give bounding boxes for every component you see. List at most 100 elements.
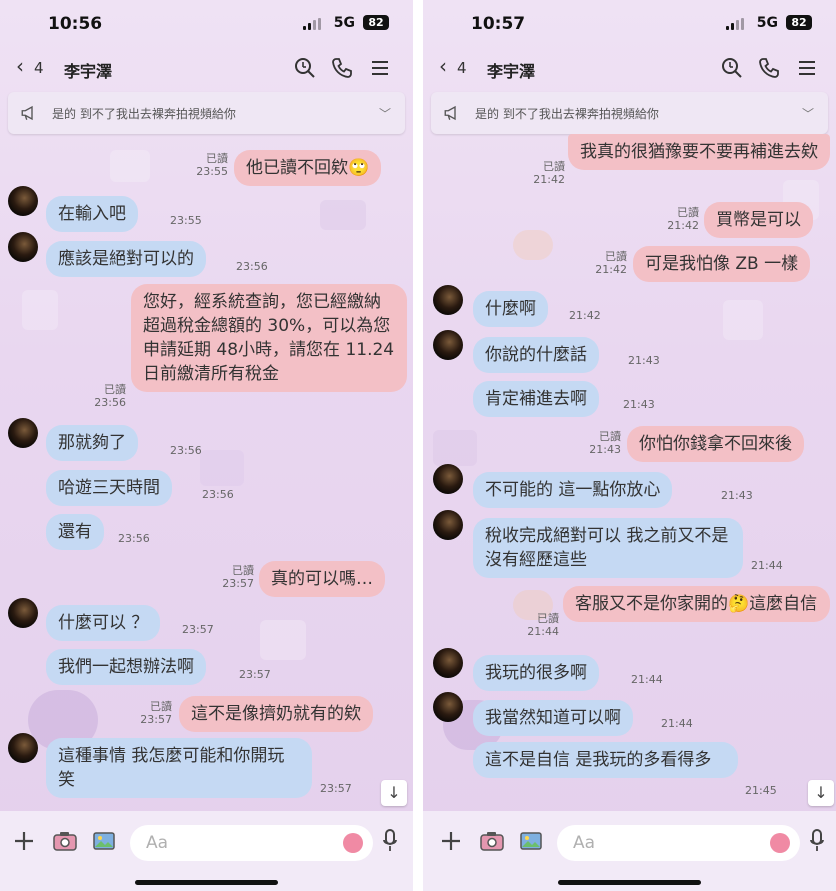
chat-title: 李宇澤 <box>64 62 113 81</box>
avatar[interactable] <box>433 510 463 540</box>
message-bubble-in[interactable]: 我玩的很多啊 <box>473 655 599 691</box>
input-placeholder: Aa <box>146 833 169 853</box>
image-icon[interactable] <box>519 829 543 853</box>
message-bubble-in[interactable]: 不可能的 這一點你放心 <box>473 472 673 508</box>
message-bubble-in[interactable]: 肯定補進去啊 <box>473 381 599 417</box>
chat-header: ‹ 4 李宇澤 <box>423 48 836 88</box>
avatar[interactable] <box>8 418 38 448</box>
message-bubble-out[interactable]: 我真的很猶豫要不要再補進去欸 <box>568 134 830 170</box>
message-bubble-in[interactable]: 應該是絕對可以的 <box>46 241 206 277</box>
message-meta: 已讀 23:57 <box>222 564 254 590</box>
back-icon[interactable]: ‹ <box>439 54 447 78</box>
arrow-down-icon[interactable]: ↓ <box>808 780 834 806</box>
message-time: 21:44 <box>661 717 693 730</box>
message-time: 21:43 <box>721 489 753 502</box>
message-bubble-in[interactable]: 在輸入吧 <box>46 196 138 232</box>
emoji-icon[interactable] <box>343 833 363 853</box>
message-time: 21:43 <box>628 354 660 367</box>
message-toolbar: Aa <box>423 811 836 891</box>
message-time: 23:56 <box>170 444 202 457</box>
battery-icon: 82 <box>363 15 389 30</box>
chat-title: 李宇澤 <box>487 62 536 81</box>
avatar[interactable] <box>433 692 463 722</box>
phone-icon[interactable] <box>330 56 354 80</box>
message-bubble-in[interactable]: 還有 <box>46 514 104 550</box>
message-bubble-out[interactable]: 這不是像擠奶就有的欸 <box>179 696 373 732</box>
message-meta: 已讀 23:55 <box>196 152 228 178</box>
camera-icon[interactable] <box>52 829 78 853</box>
megaphone-icon <box>21 105 33 121</box>
arrow-down-icon[interactable]: ↓ <box>381 780 407 806</box>
network-type: 5G <box>756 15 778 31</box>
clock: 10:56 <box>48 14 103 34</box>
pinned-text: 是的 到不了我出去裸奔拍視頻給你 <box>475 107 659 121</box>
message-input[interactable]: Aa <box>130 825 373 861</box>
message-time: 21:45 <box>745 784 777 797</box>
message-bubble-in[interactable]: 這不是自信 是我玩的多看得多 <box>473 742 738 778</box>
menu-icon[interactable] <box>368 56 392 80</box>
home-indicator <box>558 880 701 885</box>
message-meta: 已讀 21:43 <box>589 430 621 456</box>
unread-count[interactable]: 4 <box>34 59 44 77</box>
search-icon[interactable] <box>720 56 744 80</box>
avatar[interactable] <box>433 464 463 494</box>
message-bubble-in[interactable]: 這種事情 我怎麼可能和你開玩笑 <box>46 738 312 798</box>
plus-icon[interactable] <box>12 829 36 853</box>
network-type: 5G <box>333 15 355 31</box>
avatar[interactable] <box>433 648 463 678</box>
message-bubble-out[interactable]: 買幣是可以 <box>704 202 813 238</box>
message-time: 21:44 <box>751 559 783 572</box>
home-indicator <box>135 880 278 885</box>
emoji-icon[interactable] <box>770 833 790 853</box>
mic-icon[interactable] <box>810 829 824 853</box>
message-bubble-in[interactable]: 你說的什麼話 <box>473 337 599 373</box>
message-time: 23:55 <box>170 214 202 227</box>
back-icon[interactable]: ‹ <box>16 54 24 78</box>
unread-count[interactable]: 4 <box>457 59 467 77</box>
input-placeholder: Aa <box>573 833 596 853</box>
chevron-down-icon[interactable]: ﹀ <box>802 105 814 122</box>
camera-icon[interactable] <box>479 829 505 853</box>
message-time: 23:56 <box>118 532 150 545</box>
chat-screen-right: 10:57 5G 82 ‹ 4 李宇澤 是的 到不了我出去裸奔拍視頻給你 ﹀ 已… <box>423 0 836 891</box>
message-bubble-in[interactable]: 我們一起想辦法啊 <box>46 649 206 685</box>
message-bubble-out[interactable]: 他已讀不回欸🙄 <box>234 150 382 186</box>
message-bubble-out[interactable]: 客服又不是你家開的🤔這麼自信 <box>563 586 830 622</box>
plus-icon[interactable] <box>439 829 463 853</box>
chevron-down-icon[interactable]: ﹀ <box>379 105 391 122</box>
message-bubble-in[interactable]: 什麼啊 <box>473 291 548 327</box>
message-time: 23:56 <box>236 260 268 273</box>
message-bubble-out[interactable]: 您好，經系統查詢，您已經繳納超過稅金總額的 30%，可以為您申請延期 48小時，… <box>131 284 407 392</box>
message-bubble-out[interactable]: 真的可以嗎… <box>259 561 385 597</box>
mic-icon[interactable] <box>383 829 397 853</box>
message-meta: 已讀 21:44 <box>527 612 559 638</box>
message-input[interactable]: Aa <box>557 825 800 861</box>
chat-screen-left: 10:56 5G 82 ‹ 4 李宇澤 是的 到不了我出去裸奔拍視頻給你 ﹀ 已… <box>0 0 413 891</box>
signal-icon <box>303 18 321 30</box>
message-bubble-out[interactable]: 可是我怕像 ZB 一樣 <box>633 246 811 282</box>
status-bar: 10:56 5G 82 <box>0 0 413 48</box>
message-bubble-in[interactable]: 那就夠了 <box>46 425 138 461</box>
avatar[interactable] <box>433 285 463 315</box>
image-icon[interactable] <box>92 829 116 853</box>
phone-icon[interactable] <box>757 56 781 80</box>
message-bubble-out[interactable]: 你怕你錢拿不回來後 <box>627 426 804 462</box>
pinned-announcement[interactable]: 是的 到不了我出去裸奔拍視頻給你 ﹀ <box>8 92 405 134</box>
avatar[interactable] <box>8 186 38 216</box>
avatar[interactable] <box>8 733 38 763</box>
pinned-text: 是的 到不了我出去裸奔拍視頻給你 <box>52 107 236 121</box>
message-bubble-in[interactable]: 哈遊三天時間 <box>46 470 172 506</box>
megaphone-icon <box>444 105 456 121</box>
search-icon[interactable] <box>293 56 317 80</box>
message-bubble-in[interactable]: 我當然知道可以啊 <box>473 700 633 736</box>
pinned-announcement[interactable]: 是的 到不了我出去裸奔拍視頻給你 ﹀ <box>431 92 828 134</box>
avatar[interactable] <box>8 598 38 628</box>
menu-icon[interactable] <box>795 56 819 80</box>
message-bubble-in[interactable]: 什麼可以 ？ <box>46 605 161 641</box>
avatar[interactable] <box>433 330 463 360</box>
avatar[interactable] <box>8 232 38 262</box>
message-time: 23:57 <box>239 668 271 681</box>
message-meta: 已讀 23:56 <box>94 383 126 409</box>
message-bubble-in[interactable]: 稅收完成絕對可以 我之前又不是沒有經歷這些 <box>473 518 743 578</box>
message-time: 23:57 <box>182 623 214 636</box>
